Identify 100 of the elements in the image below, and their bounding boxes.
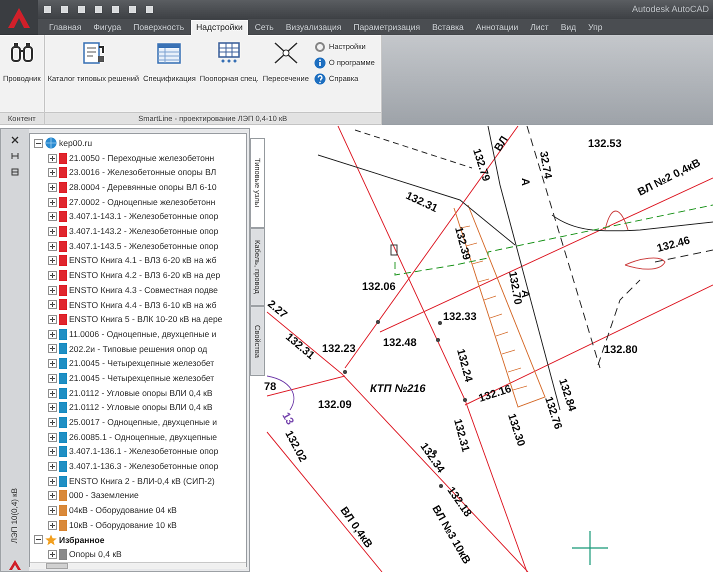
- elevation-label: 132.23: [322, 343, 356, 355]
- help-icon: [314, 73, 326, 85]
- ribbon-tab[interactable]: Главная: [44, 20, 86, 35]
- tree-item[interactable]: ENSTO Книга 2 - ВЛИ-0,4 кВ (СИП-2): [69, 474, 215, 488]
- elevation-label: 132.16: [477, 383, 513, 405]
- plus-icon: [48, 388, 57, 398]
- tree-item[interactable]: 21.0050 - Переходные железобетонн: [69, 152, 214, 164]
- tree-item[interactable]: Избранное: [59, 534, 104, 546]
- ribbon-tab[interactable]: Лист: [525, 20, 554, 35]
- ribbon-tab[interactable]: Вставка: [427, 20, 469, 35]
- tree-item[interactable]: 10кВ - Оборудование 10 кВ: [69, 518, 177, 532]
- tree-item[interactable]: 21.0112 - Угловые опоры ВЛИ 0,4 кВ: [69, 386, 213, 400]
- expander-button[interactable]: [48, 506, 57, 516]
- expander-button[interactable]: [48, 344, 57, 354]
- tree-item[interactable]: 21.0045 - Четырехцепные железобет: [69, 357, 214, 370]
- tree-item[interactable]: 23.0016 - Железобетонные опоры ВЛ: [69, 166, 216, 180]
- ribbon-tab[interactable]: Поверхность: [128, 20, 190, 35]
- expander-button[interactable]: [48, 403, 57, 412]
- window-title: Autodesk AutoCAD: [632, 2, 709, 16]
- spreadsheet-icon: [156, 41, 182, 65]
- expander-button[interactable]: [48, 432, 57, 442]
- plus-icon: [48, 242, 57, 251]
- tree-item[interactable]: 27.0002 - Одноцепные железобетонн: [69, 196, 216, 208]
- expander-button[interactable]: [48, 212, 57, 222]
- ribbon-tab[interactable]: Фигура: [88, 20, 126, 35]
- expander-button[interactable]: [48, 374, 57, 383]
- ribbon-tab[interactable]: Визуализация: [280, 20, 346, 35]
- expander-button[interactable]: [34, 535, 43, 544]
- plus-icon: [48, 300, 57, 310]
- elevation-label: 132.39: [452, 226, 472, 262]
- expander-button[interactable]: [48, 226, 57, 236]
- expander-button[interactable]: [48, 154, 57, 163]
- tree-item[interactable]: 28.0004 - Деревянные опоры ВЛ 6-10: [69, 181, 217, 194]
- expander-button[interactable]: [48, 242, 57, 251]
- tree-item[interactable]: 3.407.1-136.3 - Железобетонные опор: [69, 460, 218, 473]
- expander-button[interactable]: [48, 271, 57, 280]
- expander-button[interactable]: [48, 198, 57, 207]
- expander-button[interactable]: [34, 138, 43, 148]
- expander-button[interactable]: [48, 168, 57, 178]
- tree-item[interactable]: 25.0017 - Одноцепные, двухцепные и: [69, 416, 217, 429]
- expander-button[interactable]: [48, 476, 57, 486]
- elevation-label: 2.27: [265, 298, 290, 322]
- expander-button[interactable]: [48, 359, 57, 368]
- ribbon-tab[interactable]: Сеть: [250, 20, 279, 35]
- palette-button[interactable]: [10, 167, 20, 177]
- plus-icon: [48, 154, 57, 163]
- expander-button[interactable]: [48, 520, 57, 530]
- tree-item[interactable]: 26.0085.1 - Одноцепные, двухцепные: [69, 430, 217, 444]
- crosshair-cursor-icon: [571, 530, 609, 566]
- expander-button[interactable]: [48, 388, 57, 398]
- tree-item[interactable]: 3.407.1-143.2 - Железобетонные опор: [69, 225, 218, 238]
- ribbon-tab[interactable]: Надстройки: [191, 20, 248, 35]
- tree-item[interactable]: ENSTO Книга 4.4 - ВЛЗ 6-10 кВ на жб: [69, 298, 216, 312]
- expander-button[interactable]: [48, 462, 57, 471]
- tree-item[interactable]: ENSTO Книга 4.3 - Совместная подве: [69, 284, 218, 297]
- tree-item[interactable]: 21.0112 - Угловые опоры ВЛИ 0,4 кВ: [69, 401, 213, 414]
- tree-item[interactable]: 000 - Заземление: [69, 489, 139, 502]
- plus-icon: [48, 212, 57, 222]
- elevation-label: 132.48: [383, 337, 417, 349]
- expander-button[interactable]: [48, 300, 57, 310]
- horizontal-scrollbar[interactable]: [30, 562, 246, 569]
- expander-button[interactable]: [48, 182, 57, 192]
- ribbon-tab[interactable]: Параметризация: [348, 20, 426, 35]
- ribbon-tab[interactable]: Вид: [556, 20, 582, 35]
- crossing-lines-icon: [272, 41, 299, 65]
- star-icon: [45, 534, 57, 546]
- tree-item[interactable]: 3.407.1-143.5 - Железобетонные опор: [69, 240, 218, 253]
- tree-item[interactable]: Опоры 0,4 кВ: [69, 548, 122, 561]
- tree-item[interactable]: ENSTO Книга 4.2 - ВЛЗ 6-20 кВ на дер: [69, 269, 220, 282]
- tree-item[interactable]: ENSTO Книга 4.1 - ВЛЗ 6-20 кВ на жб: [69, 254, 216, 268]
- expander-button[interactable]: [48, 447, 57, 456]
- palette-button[interactable]: [10, 135, 20, 145]
- tree-item[interactable]: 3.407.1-143.1 - Железобетонные опор: [69, 210, 218, 224]
- elevation-label: 132.80: [604, 344, 638, 356]
- tree-item[interactable]: 202.2и - Типовые решения опор од: [69, 342, 208, 356]
- substation-label: КТП №216: [370, 383, 426, 395]
- plus-icon: [48, 447, 57, 456]
- expander-button[interactable]: [48, 286, 57, 295]
- expander-button[interactable]: [48, 330, 57, 339]
- expander-button[interactable]: [48, 550, 57, 560]
- elevation-label: 32.74: [537, 150, 554, 180]
- ribbon-tab[interactable]: Аннотации: [470, 20, 524, 35]
- expander-button[interactable]: [48, 491, 57, 500]
- expander-button[interactable]: [48, 256, 57, 266]
- expander-button[interactable]: [48, 315, 57, 324]
- info-icon: [314, 57, 326, 69]
- tree-item[interactable]: 11.0006 - Одноцепные, двухцепные и: [69, 328, 216, 341]
- tree-item[interactable]: ENSTO Книга 5 - ВЛК 10-20 кВ на дере: [69, 313, 222, 326]
- elevation-label: 132.33: [443, 311, 477, 323]
- tree-item[interactable]: 21.0045 - Четырехцепные железобет: [69, 372, 214, 385]
- tree-item[interactable]: 3.407.1-136.1 - Железобетонные опор: [69, 445, 218, 458]
- tree-item[interactable]: kep00.ru: [59, 136, 92, 150]
- plus-icon: [48, 256, 57, 266]
- minus-icon: [34, 535, 43, 544]
- expander-button[interactable]: [48, 418, 57, 427]
- minus-icon: [34, 138, 43, 148]
- ribbon-tab[interactable]: Упр: [583, 20, 608, 35]
- plus-icon: [48, 315, 57, 324]
- tree-item[interactable]: 04кВ - Оборудование 04 кВ: [69, 504, 177, 517]
- elevation-label: 132.30: [505, 412, 527, 448]
